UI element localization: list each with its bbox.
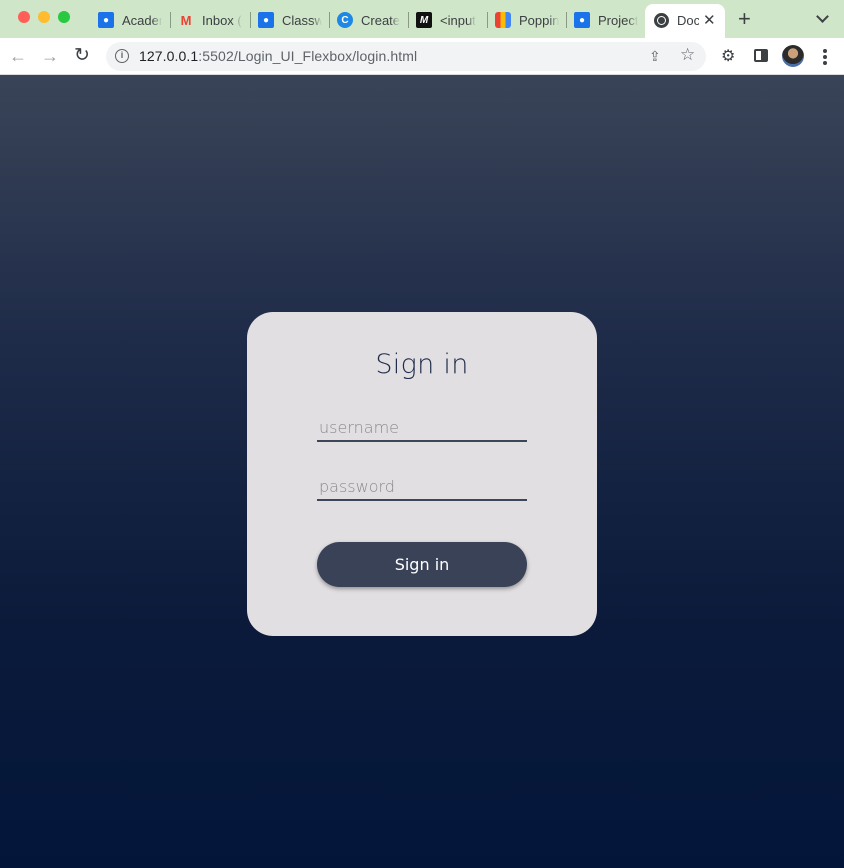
close-window-button[interactable]	[18, 11, 30, 23]
sign-in-button[interactable]: Sign in	[317, 542, 527, 587]
site-info-icon[interactable]: i	[115, 49, 129, 63]
tab-inbox[interactable]: M Inbox (	[178, 8, 242, 32]
url-text[interactable]: 127.0.0.1:5502/Login_UI_Flexbox/login.ht…	[139, 48, 417, 64]
browser-toolbar: ← → ↻ i 127.0.0.1:5502/Login_UI_Flexbox/…	[0, 38, 844, 75]
google-fonts-icon	[495, 12, 511, 28]
share-icon[interactable]: ⇪	[649, 48, 661, 65]
tab-poppins[interactable]: Poppin	[495, 8, 559, 32]
tab-create[interactable]: C Create	[337, 8, 401, 32]
username-input[interactable]	[317, 414, 527, 442]
address-bar[interactable]: i 127.0.0.1:5502/Login_UI_Flexbox/login.…	[106, 42, 706, 71]
gmail-icon: M	[180, 12, 192, 28]
password-input[interactable]	[317, 473, 527, 501]
tab-divider	[408, 12, 409, 28]
tab-divider	[487, 12, 488, 28]
minimize-window-button[interactable]	[38, 11, 50, 23]
back-arrow-icon[interactable]: ←	[9, 46, 27, 66]
google-classroom-icon: ●	[574, 12, 590, 28]
globe-icon	[654, 13, 669, 28]
tab-divider	[250, 12, 251, 28]
bookmark-star-icon[interactable]: ☆	[680, 45, 695, 65]
reload-icon[interactable]: ↻	[74, 46, 90, 66]
extensions-puzzle-icon[interactable]: ⚙	[721, 46, 735, 66]
google-classroom-icon: ●	[98, 12, 114, 28]
login-title: Sign in	[375, 349, 469, 380]
page-background: Sign in Sign in	[0, 75, 844, 868]
tab-active[interactable]: Doc ✕	[645, 4, 725, 38]
more-menu-icon[interactable]	[823, 49, 827, 65]
tab-strip: ● Academ M Inbox ( ● Classw C Create M <…	[0, 0, 844, 38]
tab-input[interactable]: M <input	[416, 8, 480, 32]
tab-divider	[329, 12, 330, 28]
google-classroom-icon: ●	[258, 12, 274, 28]
chrome-c-icon: C	[337, 12, 353, 28]
close-tab-icon[interactable]: ✕	[703, 11, 716, 29]
tab-divider	[170, 12, 171, 28]
profile-avatar[interactable]	[782, 45, 804, 67]
login-card: Sign in Sign in	[247, 312, 597, 636]
side-panel-icon[interactable]	[754, 49, 768, 62]
zoom-window-button[interactable]	[58, 11, 70, 23]
new-tab-plus-icon[interactable]: +	[738, 8, 751, 30]
tab-classw[interactable]: ● Classw	[258, 8, 322, 32]
m-logo-icon: M	[416, 12, 432, 28]
tab-divider	[566, 12, 567, 28]
forward-arrow-icon[interactable]: →	[41, 46, 59, 66]
tab-search-chevron-icon[interactable]	[816, 10, 829, 23]
tab-project[interactable]: ● Project	[574, 8, 638, 32]
tab-academ[interactable]: ● Academ	[98, 8, 162, 32]
